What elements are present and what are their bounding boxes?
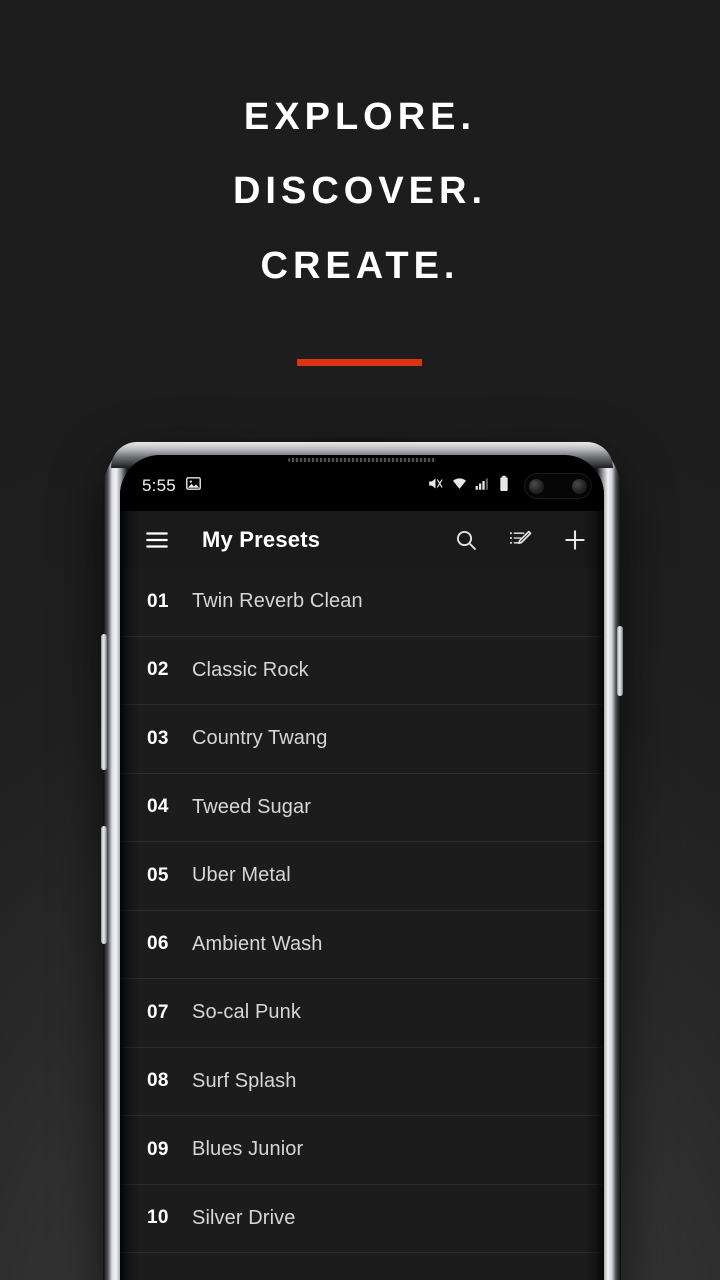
preset-number: 07 [147,1001,169,1023]
preset-row[interactable]: 07 So-cal Punk [120,979,604,1048]
camera-cutout [524,473,592,499]
status-bar: 5:55 [120,455,604,511]
preset-number: 09 [147,1138,169,1160]
status-bar-clock: 5:55 [142,476,176,495]
phone-mockup: 5:55 My Presets 01 Twin Reverb Clean 02 … [101,438,623,1280]
preset-name: Tweed Sugar [192,795,311,818]
headline-line-2: DISCOVER. [232,170,488,212]
status-bar-left: 5:55 [142,475,202,497]
preset-name: Classic Rock [192,658,309,681]
preset-name: Country Twang [192,727,328,750]
side-key-button[interactable] [617,626,623,696]
promo-banner: EXPLORE. DISCOVER. CREATE. 5:55 My Prese… [0,0,720,1280]
preset-row[interactable]: 10 Silver Drive [120,1184,604,1253]
preset-number: 06 [147,933,169,955]
battery-icon [497,475,511,497]
preset-number: 10 [147,1207,169,1229]
app-bar-actions [454,527,588,553]
preset-name: So-cal Punk [192,1001,301,1024]
preset-number: 02 [147,659,169,681]
search-icon[interactable] [454,528,478,552]
page-title: My Presets [202,526,321,552]
hamburger-menu-icon[interactable] [144,527,170,553]
status-bar-right [427,473,592,499]
preset-row[interactable]: 04 Tweed Sugar [120,773,604,842]
camera-lens-left [529,478,544,494]
cellular-signal-icon [475,476,490,496]
preset-row[interactable]: 02 Classic Rock [120,636,604,705]
phone-screen: 5:55 My Presets 01 Twin Reverb Clean 02 … [120,455,604,1280]
preset-number: 01 [147,590,169,612]
image-icon [185,475,202,497]
preset-name: Blues Junior [192,1138,304,1161]
preset-number: 03 [147,727,169,749]
preset-number: 08 [147,1070,169,1092]
power-button[interactable] [101,826,107,944]
preset-row[interactable]: 01 Twin Reverb Clean [120,568,604,637]
preset-row[interactable]: 03 Country Twang [120,705,604,774]
edit-list-icon[interactable] [508,528,532,552]
headline-line-3: CREATE. [260,245,460,287]
earpiece-speaker-grille [288,458,436,462]
accent-divider [297,359,422,366]
preset-name: Surf Splash [192,1069,297,1092]
preset-row[interactable]: 06 Ambient Wash [120,910,604,979]
preset-number: 05 [147,864,169,886]
volume-rocker-button[interactable] [101,634,107,770]
preset-name: Twin Reverb Clean [192,590,363,613]
preset-name: Uber Metal [192,864,291,887]
volume-mute-icon [427,475,444,497]
wifi-icon [451,475,468,497]
app-bar: My Presets [120,511,604,568]
add-icon[interactable] [562,527,588,553]
preset-name: Silver Drive [192,1206,296,1229]
preset-name: Ambient Wash [192,932,323,955]
preset-row[interactable]: 08 Surf Splash [120,1047,604,1116]
headline-line-1: EXPLORE. [243,96,477,138]
preset-row[interactable]: 05 Uber Metal [120,842,604,911]
camera-lens-right [572,478,587,494]
preset-number: 04 [147,796,169,818]
preset-row[interactable]: 09 Blues Junior [120,1116,604,1185]
preset-list[interactable]: 01 Twin Reverb Clean 02 Classic Rock 03 Count… [120,568,604,1280]
